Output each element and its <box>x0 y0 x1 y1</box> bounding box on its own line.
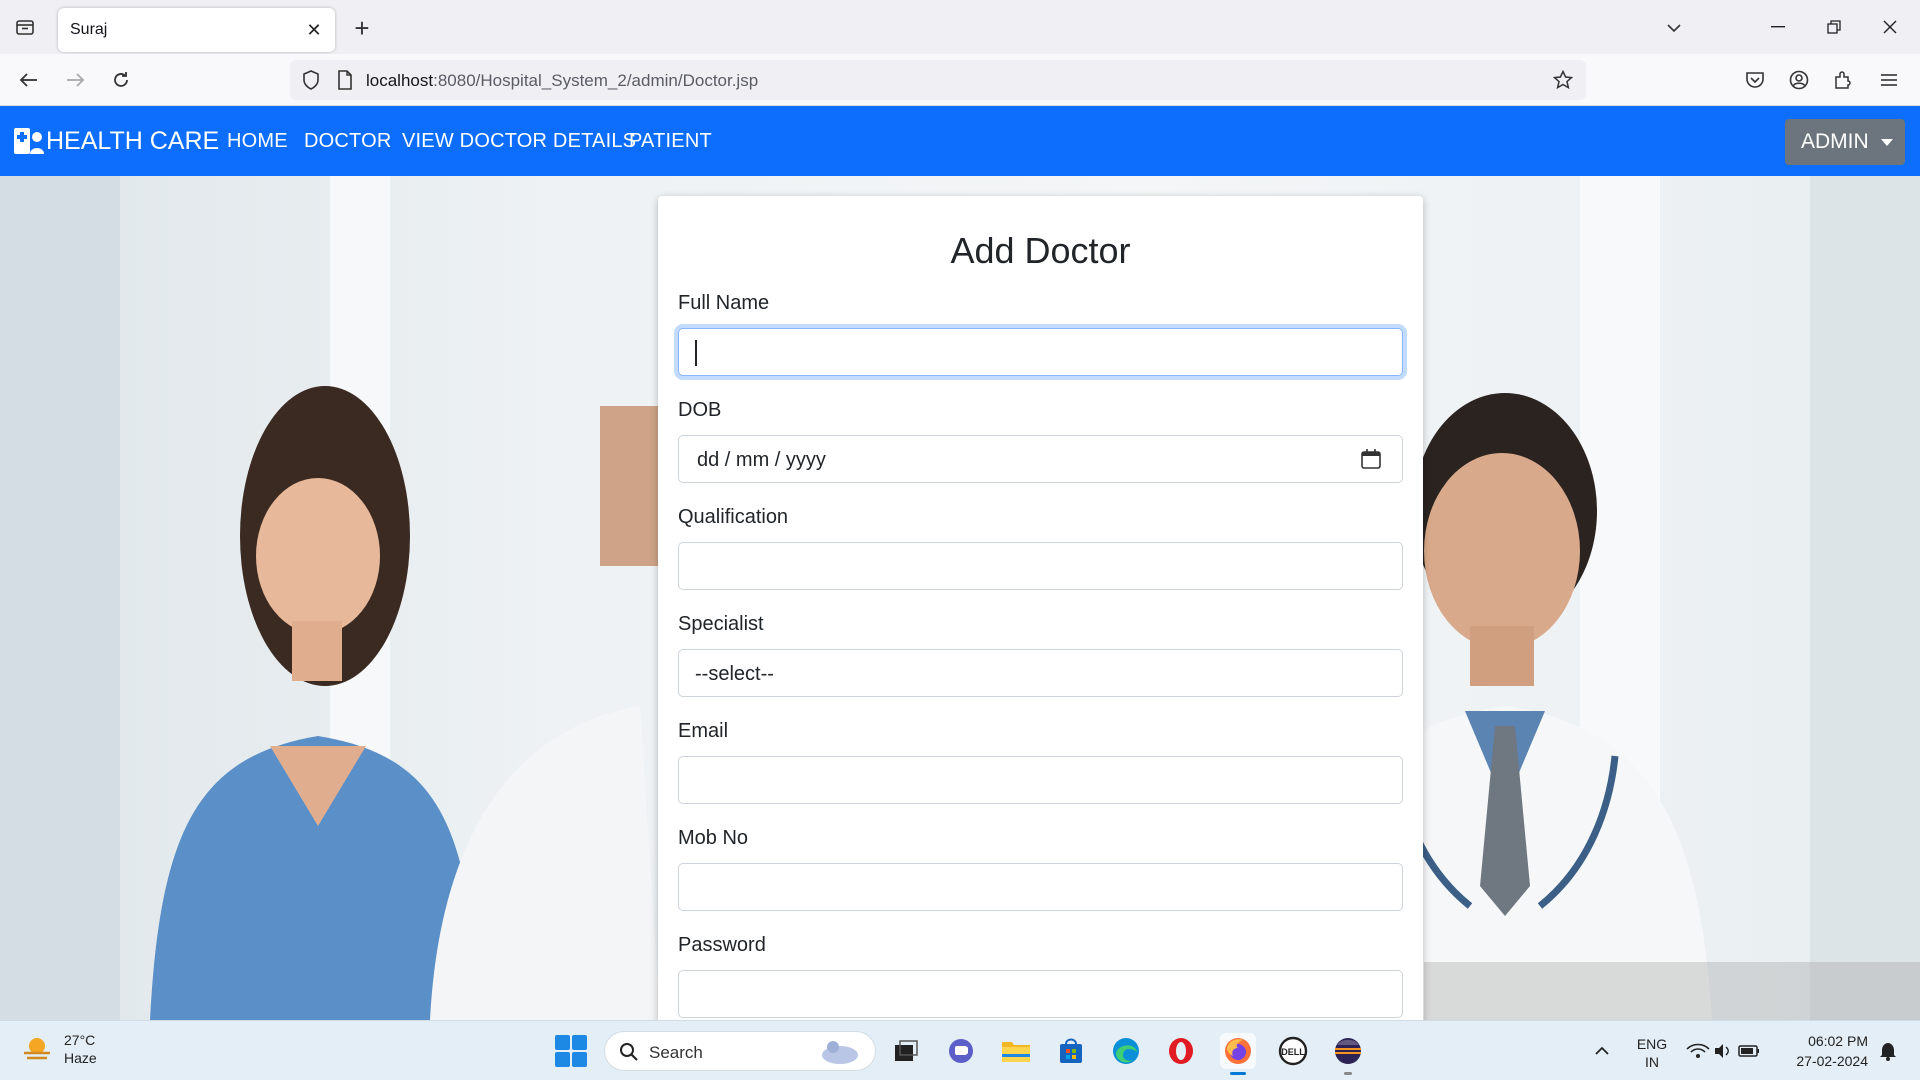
page-icon <box>328 64 362 96</box>
search-icon <box>620 1043 638 1061</box>
microsoft-store-icon[interactable] <box>1053 1033 1089 1069</box>
email-input[interactable] <box>678 756 1403 804</box>
tab-list-icon[interactable] <box>10 14 40 40</box>
url-host: localhost <box>366 71 434 90</box>
nav-home[interactable]: HOME <box>227 130 288 153</box>
svg-text:DELL: DELL <box>1281 1047 1305 1057</box>
language-code: ENG <box>1636 1036 1668 1052</box>
hospital-user-icon <box>14 128 44 154</box>
dob-label: DOB <box>678 399 722 421</box>
admin-label: ADMIN <box>1801 130 1869 153</box>
shield-icon[interactable] <box>294 64 328 96</box>
text-cursor <box>695 340 697 366</box>
windows-start-icon[interactable] <box>555 1035 587 1067</box>
qualification-input[interactable] <box>678 542 1403 590</box>
full-name-label: Full Name <box>678 292 770 314</box>
new-tab-icon[interactable]: + <box>348 13 376 43</box>
pocket-icon[interactable] <box>1738 64 1772 96</box>
app-navbar: HEALTH CARE HOME DOCTOR VIEW DOCTOR DETA… <box>0 106 1920 176</box>
wifi-icon <box>1686 1043 1710 1058</box>
temperature: 27°C <box>64 1032 96 1048</box>
specialist-select[interactable]: --select-- <box>678 649 1403 697</box>
qualification-label: Qualification <box>678 506 789 528</box>
reload-icon[interactable] <box>104 64 138 96</box>
account-icon[interactable] <box>1782 64 1816 96</box>
firefox-browser-icon[interactable] <box>1220 1033 1256 1075</box>
weather-widget[interactable]: 27°C Haze <box>20 1031 97 1067</box>
full-name-input[interactable] <box>678 328 1403 376</box>
system-tray[interactable] <box>1680 1033 1770 1069</box>
haze-sun-icon <box>24 1038 50 1060</box>
add-doctor-card: Add Doctor Full Name DOB dd / mm / yyyy … <box>658 196 1423 1020</box>
brand-name: HEALTH CARE <box>46 126 220 155</box>
nav-doctor[interactable]: DOCTOR <box>304 130 392 153</box>
nav-patient[interactable]: PATIENT <box>629 130 712 153</box>
minimize-icon[interactable] <box>1758 10 1798 44</box>
specialist-selected: --select-- <box>695 663 774 685</box>
dob-placeholder: dd / mm / yyyy <box>697 449 826 471</box>
form-title: Add Doctor <box>950 230 1131 271</box>
extensions-icon[interactable] <box>1826 64 1860 96</box>
mob-input[interactable] <box>678 863 1403 911</box>
browser-tab-bar: Suraj ✕ + <box>0 0 1920 54</box>
page-viewport: HEALTH CARE HOME DOCTOR VIEW DOCTOR DETA… <box>0 106 1920 1020</box>
taskbar: 27°C Haze Search DELL ENG IN 06:02 PM 27… <box>0 1020 1920 1080</box>
language-indicator[interactable]: ENG IN <box>1632 1035 1672 1071</box>
mob-label: Mob No <box>678 827 749 849</box>
taskbar-search[interactable]: Search <box>604 1031 876 1071</box>
url-text[interactable]: localhost:8080/Hospital_System_2/admin/D… <box>366 71 758 91</box>
teams-chat-icon[interactable] <box>943 1033 979 1069</box>
running-app-indicator <box>1344 1072 1352 1075</box>
opera-browser-icon[interactable] <box>1163 1033 1199 1069</box>
url-bar[interactable]: localhost:8080/Hospital_System_2/admin/D… <box>290 60 1586 100</box>
battery-icon <box>1738 1045 1759 1057</box>
browser-tab[interactable]: Suraj ✕ <box>58 8 335 52</box>
volume-icon <box>1715 1044 1729 1058</box>
search-label: Search <box>649 1043 703 1062</box>
active-app-indicator <box>1230 1072 1246 1075</box>
forward-icon[interactable] <box>58 64 92 96</box>
show-hidden-icons-chevron-up-icon[interactable] <box>1584 1033 1620 1069</box>
background-overlay-strip <box>1424 962 1920 1020</box>
email-label: Email <box>678 720 729 742</box>
clock-time: 06:02 PM <box>1808 1033 1868 1049</box>
task-view-icon[interactable] <box>888 1033 924 1069</box>
tab-title: Suraj <box>70 21 108 38</box>
close-tab-icon[interactable]: ✕ <box>303 19 325 41</box>
clock-date: 27-02-2024 <box>1796 1053 1868 1069</box>
dob-input[interactable]: dd / mm / yyyy <box>678 435 1403 483</box>
weather-condition: Haze <box>64 1050 97 1066</box>
caret-down-icon <box>1880 138 1893 146</box>
close-window-icon[interactable] <box>1870 10 1910 44</box>
password-input[interactable] <box>678 970 1403 1018</box>
admin-dropdown-button[interactable]: ADMIN <box>1785 119 1905 165</box>
notification-bell-icon[interactable] <box>1870 1033 1906 1069</box>
language-region: IN <box>1645 1054 1659 1070</box>
edge-browser-icon[interactable] <box>1108 1033 1144 1069</box>
bookmark-star-icon[interactable] <box>1546 64 1580 96</box>
nav-view-doctor-details[interactable]: VIEW DOCTOR DETAILS <box>402 130 636 153</box>
specialist-label: Specialist <box>678 613 764 635</box>
back-icon[interactable] <box>12 64 46 96</box>
file-explorer-icon[interactable] <box>998 1033 1034 1069</box>
calendar-icon[interactable] <box>1360 448 1382 470</box>
brand-link[interactable]: HEALTH CARE <box>14 126 219 156</box>
search-highlight-icon <box>822 1041 858 1064</box>
menu-icon[interactable] <box>1872 64 1906 96</box>
chevron-down-icon[interactable] <box>1660 14 1688 42</box>
dell-icon[interactable]: DELL <box>1275 1033 1311 1069</box>
password-label: Password <box>678 934 766 956</box>
url-path: :8080/Hospital_System_2/admin/Doctor.jsp <box>433 71 759 90</box>
eclipse-ide-icon[interactable] <box>1330 1033 1366 1075</box>
restore-icon[interactable] <box>1814 10 1854 44</box>
clock[interactable]: 06:02 PM 27-02-2024 <box>1778 1031 1868 1071</box>
browser-toolbar: localhost:8080/Hospital_System_2/admin/D… <box>0 54 1920 106</box>
